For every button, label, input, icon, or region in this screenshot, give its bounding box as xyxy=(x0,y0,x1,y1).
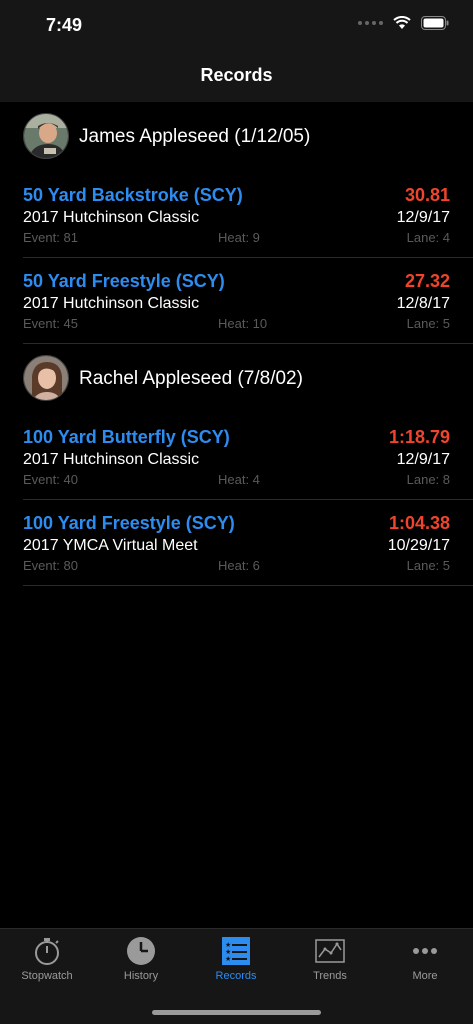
tab-trends[interactable]: Trends xyxy=(283,935,377,991)
records-list[interactable]: James Appleseed (1/12/05) 50 Yard Backst… xyxy=(0,102,473,586)
ellipsis-icon xyxy=(413,948,437,954)
record-date: 12/8/17 xyxy=(396,295,450,312)
record-row[interactable]: 100 Yard Butterfly (SCY) 1:18.79 2017 Hu… xyxy=(23,414,473,500)
tab-more[interactable]: More xyxy=(378,935,472,991)
swimmer-header[interactable]: Rachel Appleseed (7/8/02) xyxy=(0,344,473,414)
page-title: Records xyxy=(200,65,273,85)
record-event-number: Event: 40 xyxy=(23,472,78,487)
avatar xyxy=(23,113,69,159)
wifi-icon xyxy=(393,16,411,29)
record-time: 1:04.38 xyxy=(388,513,450,533)
tab-records[interactable]: ★ ★ ★ Records xyxy=(189,935,283,991)
record-heat: Heat: 9 xyxy=(218,230,260,245)
record-date: 10/29/17 xyxy=(387,537,450,554)
tab-label: More xyxy=(412,970,438,982)
chart-icon xyxy=(315,939,345,963)
record-event-number: Event: 81 xyxy=(23,230,78,245)
swimmer-name: James Appleseed (1/12/05) xyxy=(79,126,311,147)
record-row[interactable]: 50 Yard Backstroke (SCY) 30.81 2017 Hutc… xyxy=(23,172,473,258)
list-icon: ★ ★ ★ xyxy=(222,937,250,965)
swimmer-name: Rachel Appleseed (7/8/02) xyxy=(79,368,303,389)
record-date: 12/9/17 xyxy=(396,451,450,468)
record-row[interactable]: 50 Yard Freestyle (SCY) 27.32 2017 Hutch… xyxy=(23,258,473,344)
record-lane: Lane: 5 xyxy=(406,558,450,573)
record-event: 50 Yard Backstroke (SCY) xyxy=(23,185,243,205)
swimmer-header[interactable]: James Appleseed (1/12/05) xyxy=(0,102,473,172)
avatar xyxy=(23,355,69,401)
tab-label: Records xyxy=(215,970,257,982)
signal-icon xyxy=(358,21,383,25)
svg-text:★: ★ xyxy=(225,955,231,963)
record-heat: Heat: 10 xyxy=(218,316,268,331)
record-time: 1:18.79 xyxy=(388,427,450,447)
record-meet: 2017 Hutchinson Classic xyxy=(23,295,200,312)
home-indicator[interactable] xyxy=(152,1010,321,1015)
record-time: 27.32 xyxy=(404,271,450,291)
record-event-number: Event: 45 xyxy=(23,316,78,331)
record-meet: 2017 Hutchinson Classic xyxy=(23,451,200,468)
status-time: 7:49 xyxy=(46,15,83,35)
record-event: 100 Yard Freestyle (SCY) xyxy=(23,513,235,533)
record-event: 50 Yard Freestyle (SCY) xyxy=(23,271,225,291)
record-meet: 2017 YMCA Virtual Meet xyxy=(23,537,198,554)
status-bar: 7:49 xyxy=(0,0,473,50)
tab-history[interactable]: History xyxy=(94,935,188,991)
tab-label: Trends xyxy=(313,970,347,982)
record-heat: Heat: 4 xyxy=(218,472,260,487)
tab-label: History xyxy=(123,970,159,982)
stopwatch-icon xyxy=(35,938,59,965)
record-event-number: Event: 80 xyxy=(23,558,78,573)
record-event: 100 Yard Butterfly (SCY) xyxy=(23,427,230,447)
record-heat: Heat: 6 xyxy=(218,558,260,573)
record-date: 12/9/17 xyxy=(396,209,450,226)
record-lane: Lane: 4 xyxy=(406,230,450,245)
status-icons xyxy=(358,16,449,30)
clock-icon xyxy=(127,937,155,965)
navigation-bar: Records xyxy=(0,50,473,102)
record-lane: Lane: 5 xyxy=(406,316,450,331)
tab-stopwatch[interactable]: Stopwatch xyxy=(0,935,94,991)
record-lane: Lane: 8 xyxy=(406,472,450,487)
record-row[interactable]: 100 Yard Freestyle (SCY) 1:04.38 2017 YM… xyxy=(23,500,473,586)
tab-label: Stopwatch xyxy=(21,970,73,982)
tab-bar: Stopwatch History ★ ★ ★ Records Trends M… xyxy=(0,928,473,1024)
record-meet: 2017 Hutchinson Classic xyxy=(23,209,200,226)
record-time: 30.81 xyxy=(404,185,450,205)
battery-icon xyxy=(421,16,449,30)
